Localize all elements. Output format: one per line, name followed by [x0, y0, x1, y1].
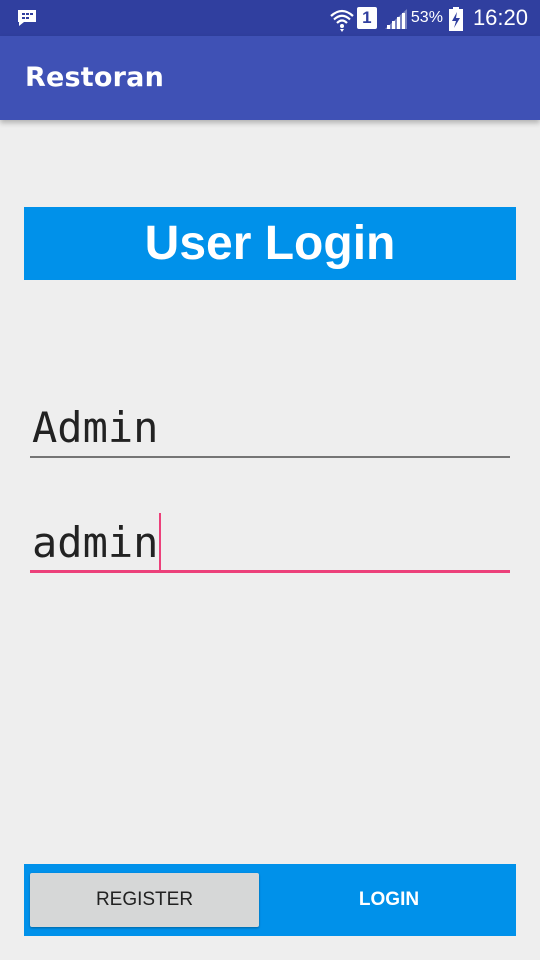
login-button[interactable]: LOGIN [274, 873, 504, 927]
sim-icon: 1 [356, 7, 377, 29]
username-field[interactable]: Admin [30, 398, 510, 458]
status-bar: 1 53% 16:20 [0, 0, 540, 36]
wifi-icon [329, 7, 354, 32]
login-banner: User Login [24, 207, 516, 280]
password-value: admin [32, 518, 159, 567]
password-value-wrap: admin [32, 513, 162, 573]
username-value: Admin [32, 403, 159, 452]
text-cursor [159, 513, 162, 573]
app-title: Restoran [25, 62, 164, 93]
app-bar: Restoran [0, 36, 540, 120]
bbm-chat-icon [16, 8, 38, 28]
battery-charging-icon [448, 7, 463, 31]
username-underline [30, 456, 510, 458]
battery-percent: 53% [410, 9, 443, 26]
signal-icon [383, 7, 407, 29]
clock: 16:20 [472, 5, 528, 30]
password-field[interactable]: admin [30, 513, 510, 573]
register-button[interactable]: REGISTER [30, 873, 259, 927]
password-underline [30, 570, 510, 573]
button-bar: REGISTER LOGIN [24, 864, 516, 936]
